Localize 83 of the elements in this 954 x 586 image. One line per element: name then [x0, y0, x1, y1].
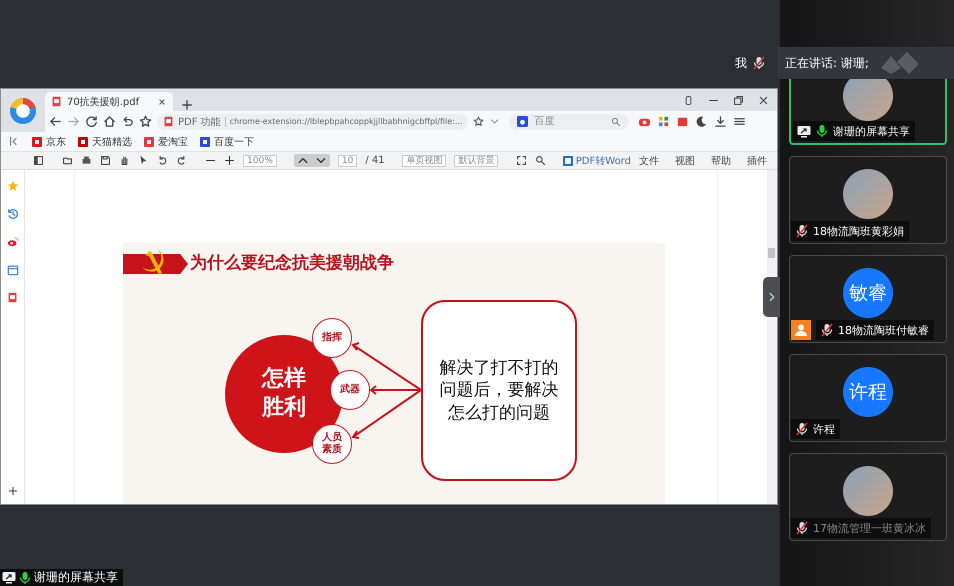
panel-toggle[interactable] [763, 277, 780, 317]
avatar-circle: 许程 [843, 367, 893, 417]
factor-circle: 指挥 [312, 318, 352, 358]
hand-icon[interactable] [119, 155, 130, 166]
save-icon[interactable] [100, 155, 112, 166]
word-icon [562, 156, 573, 166]
screen-share-icon [797, 124, 811, 138]
bookmark-icon [200, 136, 210, 146]
share-label: 谢珊的屏幕共享 [0, 569, 123, 586]
view-mode-field[interactable]: 单页视图 [402, 154, 446, 166]
star-icon[interactable] [139, 115, 152, 128]
pdf-icon [51, 96, 62, 107]
fullscreen-icon[interactable] [516, 155, 527, 166]
page-count: / 41 [365, 155, 385, 166]
participant-tile[interactable]: 17物流管理一班黄冰冰 [789, 453, 947, 541]
pdf-feature-label: PDF 功能 [178, 116, 221, 128]
page-field[interactable]: 10 [338, 154, 358, 166]
participant-tile[interactable]: 18物流陶班黄彩娟 [789, 156, 947, 244]
cursor-icon[interactable] [138, 155, 150, 166]
bookmark-icon [32, 136, 42, 146]
screen-share-icon [2, 571, 16, 584]
rotate-left-icon[interactable] [157, 155, 168, 166]
browser-tab[interactable]: 70抗美援朝.pdf [45, 92, 173, 111]
pdf-to-word-button[interactable]: PDF转Word [562, 154, 631, 168]
bookmark-item[interactable]: 京东 [32, 134, 66, 148]
pdf-icon[interactable] [7, 292, 18, 303]
close-icon[interactable] [157, 96, 167, 106]
self-label: 我 [735, 54, 747, 72]
participant-name: 18物流陶班黄彩娟 [791, 221, 909, 241]
factor-circle: 人员素质 [312, 424, 352, 464]
participant-tile[interactable]: 敏睿 18物流陶班付敏睿 [789, 255, 947, 343]
back-icon[interactable] [49, 115, 62, 128]
bookmark-icon [78, 136, 88, 146]
zoom-field[interactable]: 100% [243, 154, 277, 166]
background-field[interactable]: 默认背景 [454, 154, 498, 166]
photo-placeholder [843, 169, 893, 219]
menu-item[interactable]: 插件 [747, 154, 767, 168]
menu-item[interactable]: 文件 [639, 154, 659, 168]
participant-name: 谢珊的屏幕共享 [792, 121, 915, 141]
download-icon[interactable] [714, 115, 728, 128]
bookmark-item[interactable]: 百度一下 [200, 134, 254, 148]
bookmark-item[interactable]: 爱淘宝 [144, 134, 188, 148]
history-icon[interactable] [6, 208, 18, 220]
search-engine-icon [517, 116, 528, 127]
participant-name: 18物流陶班付敏睿 [816, 320, 934, 340]
url-text: chrome-extension://lblepbpahcoppkjjllbabhnigcbffpl/file:... [230, 117, 462, 126]
print-icon[interactable] [81, 155, 92, 166]
pdf-icon [163, 116, 174, 127]
undo-icon[interactable] [121, 115, 134, 128]
rotate-right-icon[interactable] [176, 155, 188, 166]
menu-icon[interactable] [733, 115, 746, 128]
address-bar[interactable]: PDF 功能 chrome-extension://lblepbpahcoppkjjllbabhnigcbffpl/file:... [157, 114, 468, 130]
search-icon[interactable] [534, 155, 546, 166]
close-icon[interactable] [758, 94, 769, 106]
moon-icon[interactable] [695, 115, 708, 128]
slide-title: 为什么要纪念抗美援朝战争 [190, 252, 394, 274]
bookmark-star-icon[interactable] [473, 116, 484, 127]
bookmark-item[interactable]: 天猫精选 [78, 134, 132, 148]
menu-item[interactable]: 帮助 [711, 154, 731, 168]
participant-name: 许程 [791, 419, 840, 439]
sidebar-toggle-icon[interactable] [33, 155, 44, 166]
reload-icon[interactable] [85, 115, 98, 128]
extension-icon[interactable] [676, 115, 690, 128]
new-tab-icon[interactable] [181, 99, 193, 111]
tab-view-icon[interactable] [683, 94, 694, 106]
participant-tile[interactable]: 许程 许程 [789, 354, 947, 442]
browser-logo-icon[interactable] [9, 96, 37, 124]
participant-name: 17物流管理一班黄冰冰 [791, 518, 931, 538]
avatar-circle: 敏睿 [843, 268, 893, 318]
factor-circle: 武器 [330, 370, 370, 410]
calendar-icon[interactable] [6, 264, 18, 276]
zoom-in-icon[interactable] [224, 155, 236, 166]
open-file-icon[interactable] [62, 155, 74, 166]
grid-icon[interactable] [657, 115, 670, 128]
weibo-icon[interactable] [6, 236, 18, 248]
restore-icon[interactable] [733, 94, 744, 106]
add-icon[interactable] [8, 486, 18, 496]
photo-placeholder [843, 466, 893, 516]
note-box: 解决了打不打的问题后，要解决怎么打的问题 [421, 300, 577, 481]
home-icon[interactable] [103, 115, 116, 128]
search-icon[interactable] [611, 116, 622, 126]
bookmark-icon [144, 136, 154, 146]
menu-item[interactable]: 视图 [675, 154, 695, 168]
